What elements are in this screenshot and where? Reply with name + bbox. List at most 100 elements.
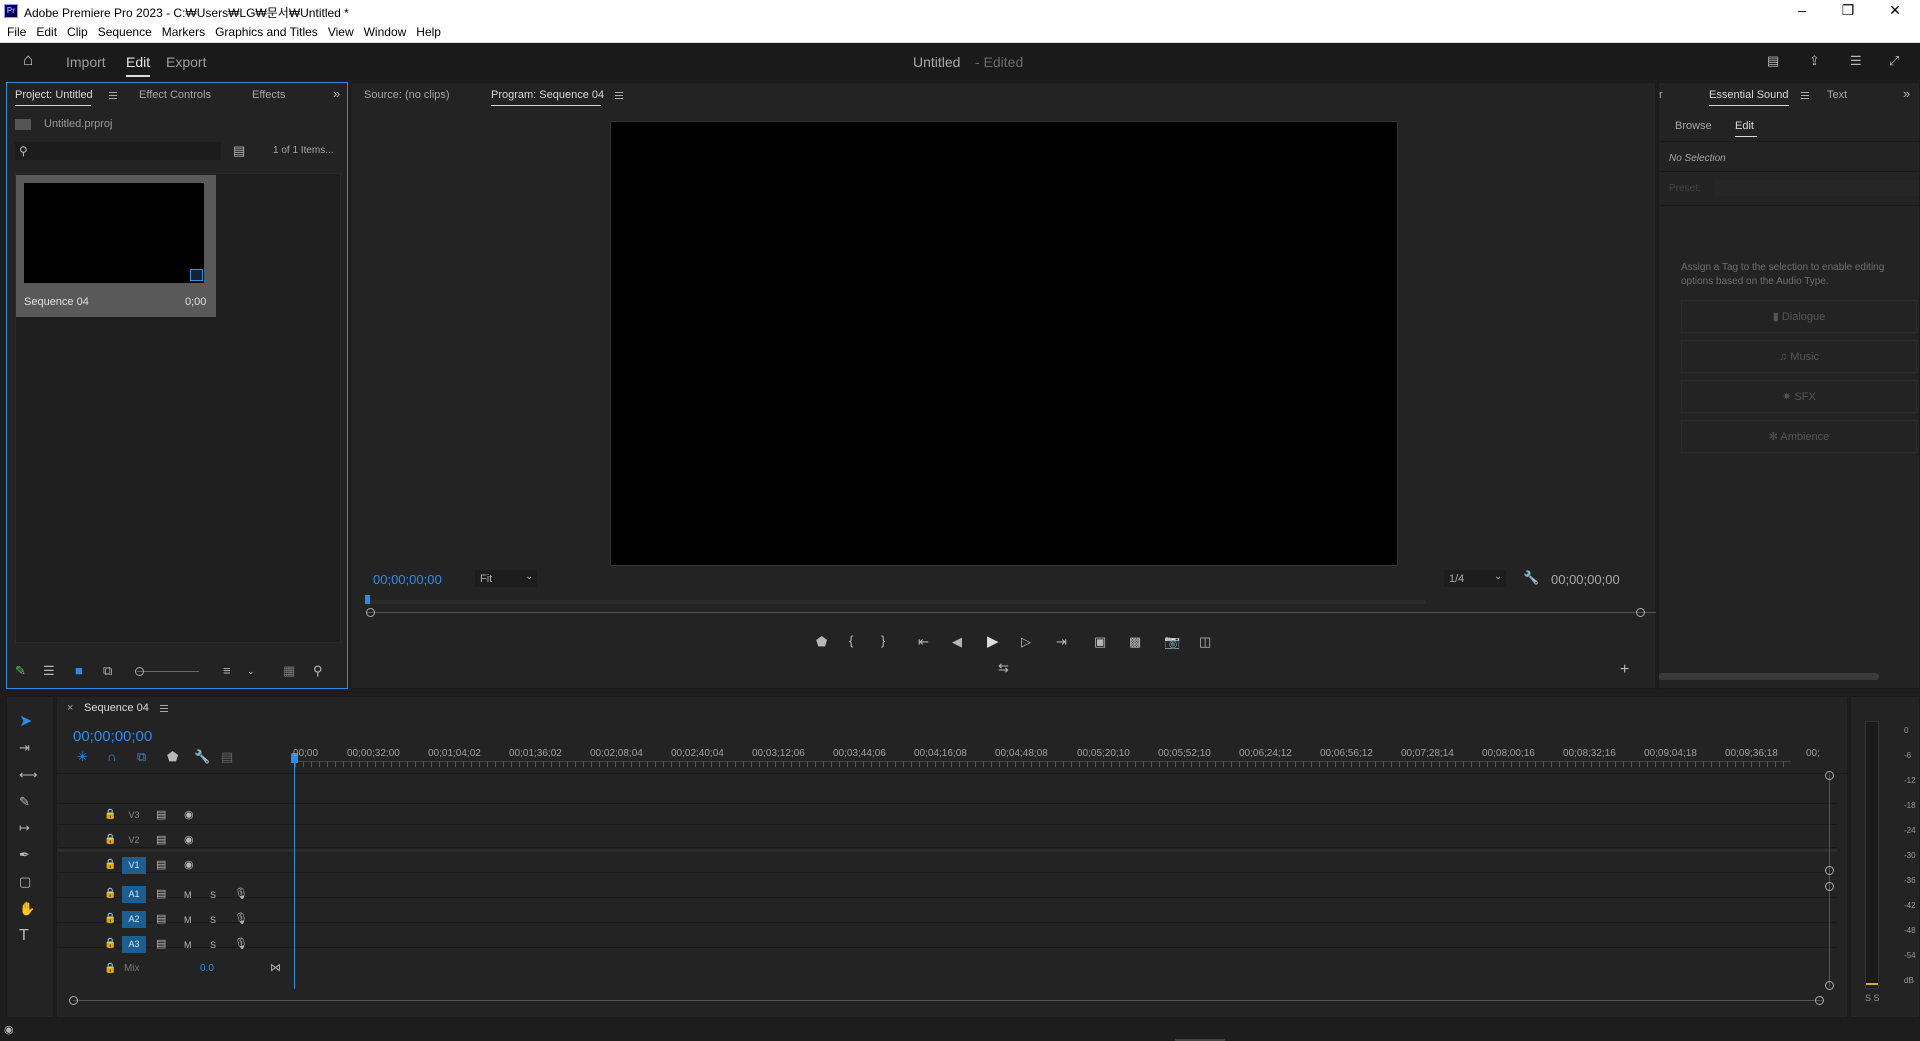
close-sequence-icon[interactable]: ×	[67, 702, 73, 714]
sync-lock-icon[interactable]: ▤	[156, 912, 166, 926]
add-marker-timeline-icon[interactable]: ⬟	[167, 750, 178, 764]
playhead-marker[interactable]	[365, 595, 370, 604]
solo-button[interactable]: S	[210, 913, 216, 927]
minimize-icon[interactable]: –	[1779, 0, 1825, 22]
lock-icon[interactable]: 🔒	[104, 937, 116, 951]
video-audio-divider[interactable]	[57, 849, 1837, 852]
quick-export-icon[interactable]: ▤	[1767, 54, 1779, 68]
vertical-zoom-bar[interactable]	[1829, 773, 1830, 987]
microphone-icon[interactable]: 🎙	[234, 912, 248, 926]
sync-lock-icon[interactable]: ▤	[156, 833, 166, 847]
panel-scrollbar[interactable]	[1659, 673, 1879, 680]
export-frame-icon[interactable]: 📷	[1164, 635, 1180, 649]
captions-icon[interactable]: ▤	[221, 750, 233, 764]
track-label-a1[interactable]: A1	[122, 886, 146, 903]
tab-essential-sound[interactable]: Essential Sound	[1709, 89, 1789, 101]
microphone-icon[interactable]: 🎙	[234, 937, 248, 951]
lock-icon[interactable]: 🔒	[104, 808, 116, 822]
program-menu-icon[interactable]	[615, 92, 623, 99]
tab-import[interactable]: Import	[66, 54, 106, 70]
track-select-tool-icon[interactable]: ⇥	[19, 741, 30, 755]
mute-button[interactable]: M	[184, 913, 192, 927]
more-tabs-icon[interactable]: »	[1903, 87, 1910, 101]
add-marker-icon[interactable]: ⬟	[816, 635, 827, 649]
list-view-icon[interactable]: ☰	[43, 664, 55, 678]
menu-file[interactable]: File	[0, 22, 31, 39]
snap-icon[interactable]: ∩	[107, 750, 116, 764]
mute-button[interactable]: M	[184, 888, 192, 902]
zoom-slider-handle[interactable]	[135, 667, 144, 676]
lock-icon[interactable]: 🔒	[104, 858, 116, 872]
zoom-bar-left-handle[interactable]	[366, 608, 375, 617]
tab-text[interactable]: Text	[1827, 89, 1847, 101]
fit-dropdown[interactable]: Fit ⌄	[475, 570, 537, 587]
track-label-a3[interactable]: A3	[122, 936, 146, 953]
tab-project[interactable]: Project: Untitled	[15, 89, 93, 101]
resolution-dropdown[interactable]: 1/4 ⌄	[1444, 570, 1506, 587]
razor-tool-icon[interactable]: ✎	[19, 795, 30, 809]
lock-icon[interactable]: 🔒	[104, 912, 116, 926]
track-label-v3[interactable]: V3	[122, 807, 146, 824]
proxy-toggle-icon[interactable]: ⇆	[998, 661, 1009, 675]
sequence-thumbnail-card[interactable]: Sequence 04 0;00	[16, 175, 216, 317]
go-to-out-icon[interactable]: ⇥	[1056, 635, 1067, 649]
menu-sequence[interactable]: Sequence	[93, 22, 157, 39]
zoom-bar-right-handle[interactable]	[1636, 608, 1645, 617]
nest-toggle-icon[interactable]: ✳	[77, 750, 88, 764]
track-label-v2[interactable]: V2	[122, 832, 146, 849]
playback-scrubber[interactable]	[366, 600, 1426, 604]
comparison-view-icon[interactable]: ◫	[1199, 635, 1211, 649]
restore-icon[interactable]: ❐	[1825, 0, 1871, 22]
play-icon[interactable]: ▶	[987, 634, 999, 649]
sync-lock-icon[interactable]: ▤	[156, 887, 166, 901]
mute-button[interactable]: M	[184, 938, 192, 952]
timeline-timecode[interactable]: 00;00;00;00	[73, 728, 152, 745]
fullscreen-icon[interactable]: ⤢	[1889, 54, 1899, 68]
mark-out-icon[interactable]: }	[881, 634, 885, 648]
home-icon[interactable]: ⌂	[23, 51, 33, 68]
sync-lock-icon[interactable]: ▤	[156, 937, 166, 951]
sync-lock-icon[interactable]: ▤	[156, 808, 166, 822]
video-preview[interactable]	[610, 121, 1398, 566]
mix-value[interactable]: 0.0	[200, 963, 214, 974]
lock-icon[interactable]: 🔒	[104, 962, 116, 976]
menu-view[interactable]: View	[323, 22, 359, 39]
selection-tool-icon[interactable]: ➤	[19, 714, 32, 730]
tab-edit[interactable]: Edit	[126, 54, 151, 77]
more-panels-icon[interactable]: »	[333, 87, 340, 101]
rectangle-tool-icon[interactable]: ▢	[19, 875, 31, 889]
ripple-edit-tool-icon[interactable]: ⟷	[19, 768, 38, 782]
meter-solo-buttons[interactable]: S S	[1865, 993, 1880, 1003]
preset-dropdown[interactable]	[1715, 180, 1919, 196]
step-forward-icon[interactable]: ▷	[1021, 635, 1031, 649]
write-enable-icon[interactable]: ✎	[15, 664, 26, 678]
tab-program[interactable]: Program: Sequence 04	[491, 89, 604, 101]
new-bin-filter-icon[interactable]: ▤	[233, 144, 245, 158]
automate-icon[interactable]: ▦	[283, 664, 295, 678]
essential-sound-menu-icon[interactable]	[1801, 92, 1809, 99]
linked-selection-icon[interactable]: ⧉	[137, 750, 146, 764]
menu-edit[interactable]: Edit	[31, 22, 62, 39]
close-window-icon[interactable]: ✕	[1872, 0, 1918, 22]
ambience-button[interactable]: ✻ Ambience	[1681, 420, 1917, 453]
tab-export[interactable]: Export	[166, 54, 206, 70]
music-button[interactable]: ♫ Music	[1681, 340, 1917, 373]
type-tool-icon[interactable]: T	[19, 928, 29, 944]
menu-help[interactable]: Help	[411, 22, 446, 39]
microphone-icon[interactable]: 🎙	[234, 887, 248, 901]
timeline-playhead[interactable]	[294, 757, 295, 989]
eye-icon[interactable]: ◉	[184, 833, 194, 847]
find-icon[interactable]: ⚲	[313, 664, 323, 678]
button-editor-plus-icon[interactable]: +	[1620, 662, 1629, 678]
slip-tool-icon[interactable]: ↦	[19, 821, 30, 835]
sort-icon[interactable]: ≡	[223, 664, 231, 678]
icon-view-icon[interactable]: ■	[75, 664, 83, 678]
lift-icon[interactable]: ▣	[1094, 635, 1106, 649]
mark-in-icon[interactable]: {	[849, 634, 853, 648]
search-input[interactable]	[15, 142, 221, 160]
hand-tool-icon[interactable]: ✋	[19, 902, 35, 916]
zoom-bar[interactable]	[366, 612, 1656, 613]
sync-lock-icon[interactable]: ▤	[156, 858, 166, 872]
timeline-menu-icon[interactable]	[160, 705, 168, 712]
tab-sequence[interactable]: Sequence 04	[84, 702, 149, 714]
